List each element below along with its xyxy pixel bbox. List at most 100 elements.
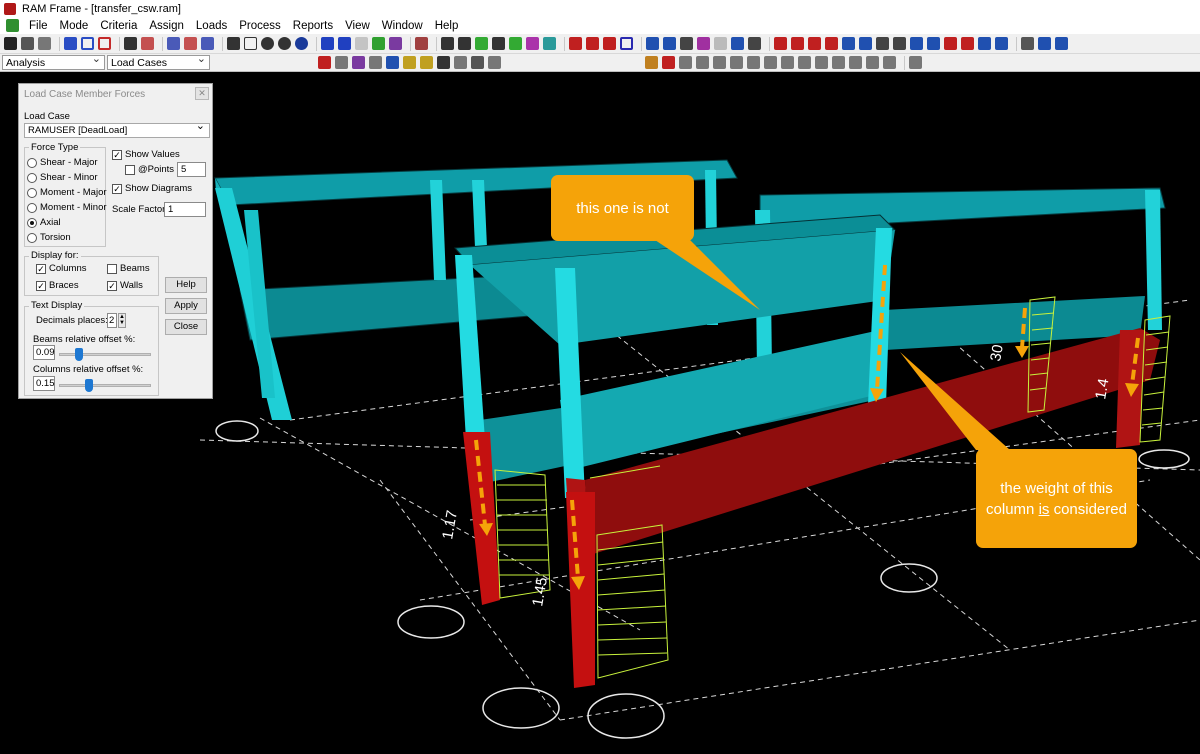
node-display-icon[interactable] <box>815 56 828 69</box>
deflected-shape-icon[interactable] <box>318 56 331 69</box>
layout-icon[interactable] <box>201 37 214 50</box>
drift-icon[interactable] <box>471 56 484 69</box>
fill-icon[interactable] <box>603 37 616 50</box>
radio-moment-minor[interactable]: Moment - Minor <box>27 202 107 213</box>
results-icon[interactable] <box>1055 37 1068 50</box>
columns-checkbox[interactable]: ✓ Columns <box>36 263 87 274</box>
area-load-icon[interactable] <box>876 37 889 50</box>
render-icon[interactable] <box>389 37 402 50</box>
elevation-view-icon[interactable] <box>98 37 111 50</box>
displacement-icon[interactable] <box>454 56 467 69</box>
mass-icon[interactable] <box>978 37 991 50</box>
apply-button[interactable]: Apply <box>165 298 207 314</box>
tree-icon[interactable] <box>748 37 761 50</box>
rotate-icon[interactable] <box>321 37 334 50</box>
close-button[interactable]: Close <box>165 319 207 335</box>
columns-offset-input[interactable]: 0.15 <box>33 376 55 391</box>
combo-icon[interactable] <box>944 37 957 50</box>
calculator-icon[interactable] <box>38 37 51 50</box>
frame-view-icon[interactable] <box>64 37 77 50</box>
show-diagrams-checkbox[interactable]: ✓ Show Diagrams <box>112 183 192 194</box>
mode-shape-icon[interactable] <box>335 56 348 69</box>
help-button[interactable]: Help <box>165 277 207 293</box>
brace-icon[interactable] <box>620 37 633 50</box>
tension-only-icon[interactable] <box>883 56 896 69</box>
analysis-icon[interactable] <box>1038 37 1051 50</box>
seismic-icon[interactable] <box>927 37 940 50</box>
decimals-spinner[interactable]: ▲ ▼ <box>118 313 126 328</box>
points-input[interactable]: 5 <box>177 162 206 177</box>
radio-moment-major[interactable]: Moment - Major <box>27 187 107 198</box>
assign-load-icon[interactable] <box>825 37 838 50</box>
wireframe-icon[interactable] <box>355 37 368 50</box>
close-icon[interactable]: ✕ <box>195 87 209 100</box>
beams-offset-input[interactable]: 0.09 <box>33 345 55 360</box>
beams-icon[interactable] <box>458 37 471 50</box>
transfer-beam-icon[interactable] <box>586 37 599 50</box>
rigid-link-icon[interactable] <box>808 37 821 50</box>
story-forces-icon[interactable] <box>420 56 433 69</box>
member-load-icon[interactable] <box>859 37 872 50</box>
label-icon[interactable] <box>764 56 777 69</box>
save-icon[interactable] <box>4 37 17 50</box>
story-icon[interactable] <box>167 37 180 50</box>
mode-combo[interactable]: Analysis <box>2 52 105 70</box>
decimals-input[interactable]: 2 <box>107 313 117 328</box>
shell-display-icon[interactable] <box>798 56 811 69</box>
beams-offset-thumb[interactable] <box>75 348 83 361</box>
load-cases-combo[interactable]: Load Cases <box>107 52 210 70</box>
member-size-icon[interactable] <box>679 56 692 69</box>
loads-icon[interactable] <box>543 37 556 50</box>
tr-icon[interactable] <box>866 56 879 69</box>
cg-icon[interactable] <box>488 56 501 69</box>
pan-icon[interactable] <box>227 37 240 50</box>
print-icon[interactable] <box>21 37 34 50</box>
frame-number-icon[interactable] <box>645 56 658 69</box>
walls-icon[interactable] <box>492 37 505 50</box>
node-load-icon[interactable] <box>842 37 855 50</box>
mesh-icon[interactable] <box>1021 37 1034 50</box>
pointer-icon[interactable] <box>386 56 399 69</box>
menu-view[interactable]: View <box>339 20 376 32</box>
bar-display-icon[interactable] <box>909 56 922 69</box>
walls-checkbox[interactable]: ✓ Walls <box>107 280 143 291</box>
scale-factor-input[interactable]: 1 <box>164 202 206 217</box>
menu-process[interactable]: Process <box>233 20 287 32</box>
menu-mode[interactable]: Mode <box>54 20 95 32</box>
gf-icon[interactable] <box>403 56 416 69</box>
local-axes-icon[interactable] <box>713 56 726 69</box>
grid-icon[interactable] <box>714 37 727 50</box>
hatch-icon[interactable] <box>338 37 351 50</box>
table-icon[interactable] <box>731 37 744 50</box>
menu-loads[interactable]: Loads <box>190 20 233 32</box>
menu-help[interactable]: Help <box>429 20 465 32</box>
zoom-in-icon[interactable] <box>261 37 274 50</box>
menu-assign[interactable]: Assign <box>143 20 190 32</box>
transfer-icon[interactable] <box>569 37 582 50</box>
braces-checkbox[interactable]: ✓ Braces <box>36 280 79 291</box>
braces-icon[interactable] <box>475 37 488 50</box>
columns-offset-slider[interactable] <box>59 384 151 387</box>
diaphragm-icon[interactable] <box>526 37 539 50</box>
select-box-icon[interactable] <box>244 37 257 50</box>
offset-display-icon[interactable] <box>730 56 743 69</box>
menu-criteria[interactable]: Criteria <box>94 20 143 32</box>
menu-reports[interactable]: Reports <box>287 20 339 32</box>
plan-view-icon[interactable] <box>81 37 94 50</box>
solid-icon[interactable] <box>372 37 385 50</box>
zoom-extents-icon[interactable] <box>295 37 308 50</box>
radio-shear-minor[interactable]: Shear - Minor <box>27 172 98 183</box>
solid-display-icon[interactable] <box>781 56 794 69</box>
foundation-icon[interactable] <box>680 37 693 50</box>
beams-checkbox[interactable]: Beams <box>107 263 150 274</box>
rf-icon[interactable] <box>849 56 862 69</box>
radio-torsion[interactable]: Torsion <box>27 232 71 243</box>
wind-icon[interactable] <box>910 37 923 50</box>
member-icon[interactable] <box>141 37 154 50</box>
orientation-icon[interactable] <box>696 56 709 69</box>
member-forces-icon[interactable] <box>352 56 365 69</box>
fixed-support-icon[interactable] <box>646 37 659 50</box>
radio-axial[interactable]: Axial <box>27 217 61 228</box>
reactions-icon[interactable] <box>369 56 382 69</box>
points-checkbox[interactable]: @Points : <box>125 164 179 175</box>
